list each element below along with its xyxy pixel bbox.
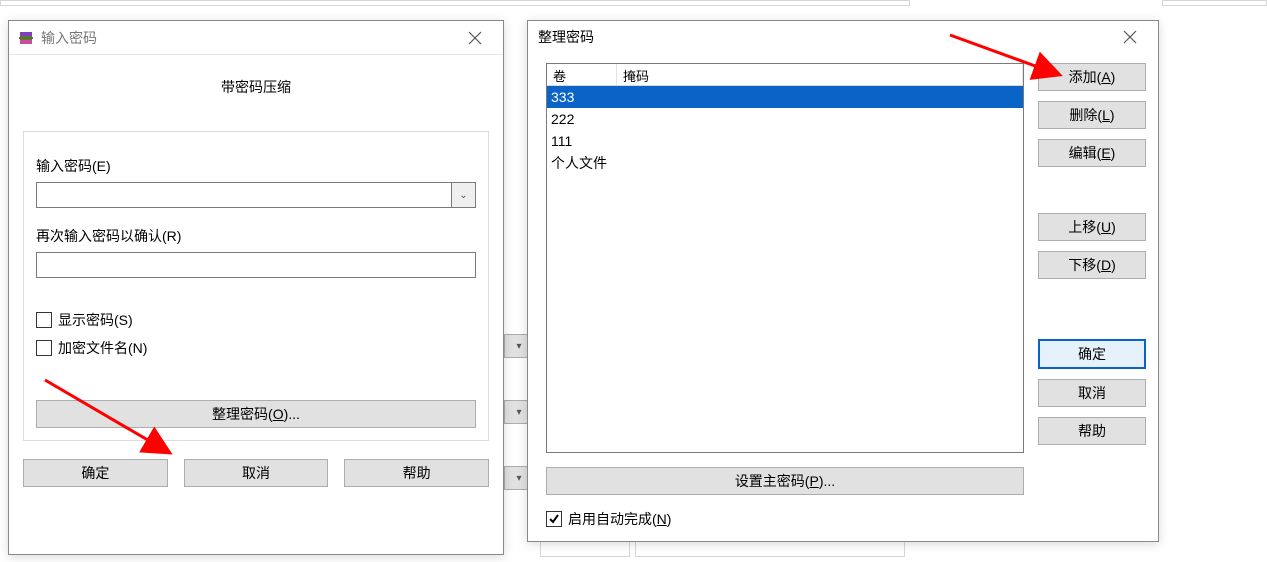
bg-window-topright (1162, 0, 1267, 6)
list-row[interactable]: 222 (547, 108, 1023, 130)
col-mask[interactable]: 掩码 (617, 64, 1023, 85)
enter-password-dialog: 输入密码 带密码压缩 输入密码(E) ⌄ 再次输入密码以确认(R) 显示密码(S… (8, 20, 504, 555)
help-button[interactable]: 帮助 (344, 459, 489, 487)
list-cell-volume: 333 (549, 89, 621, 105)
enter-password-titlebar: 输入密码 (9, 21, 503, 55)
checkbox-box-checked (546, 511, 562, 527)
list-row[interactable]: 111 (547, 130, 1023, 152)
password-combo[interactable]: ⌄ (36, 182, 476, 208)
encrypt-filenames-label: 加密文件名(N) (58, 338, 147, 358)
move-up-button[interactable]: 上移(U) (1038, 213, 1146, 241)
col-volume[interactable]: 卷 (547, 64, 617, 85)
confirm-password-input[interactable] (43, 253, 469, 277)
enter-password-label: 输入密码(E) (36, 156, 476, 176)
set-master-password-button[interactable]: 设置主密码(P)... (546, 467, 1024, 495)
delete-button[interactable]: 删除(L) (1038, 101, 1146, 129)
organize-label-prefix: 整理密码( (212, 406, 273, 422)
checkbox-box (36, 312, 52, 328)
manage-passwords-dialog: 整理密码 卷 掩码 333 222 111 个人文件 设置主密码(P)... (527, 20, 1159, 542)
password-list-panel: 卷 掩码 333 222 111 个人文件 设置主密码(P)... 启用自动完成(N) (546, 63, 1024, 529)
winrar-icon (17, 29, 35, 47)
bg-window-top (0, 0, 910, 6)
confirm-password-field[interactable] (36, 252, 476, 278)
cancel-button[interactable]: 取消 (1038, 379, 1146, 407)
edit-button[interactable]: 编辑(E) (1038, 139, 1146, 167)
ok-button[interactable]: 确定 (1038, 339, 1146, 369)
organize-passwords-button[interactable]: 整理密码(O)... (36, 400, 476, 428)
password-input[interactable] (37, 183, 451, 207)
chevron-down-icon: ▾ (516, 341, 521, 352)
chevron-down-icon: ▾ (516, 473, 521, 484)
chevron-down-icon: ▾ (516, 407, 521, 418)
confirm-password-label: 再次输入密码以确认(R) (36, 226, 476, 246)
list-row[interactable]: 333 (547, 86, 1023, 108)
list-cell-volume: 111 (549, 133, 621, 149)
manage-passwords-title: 整理密码 (538, 27, 594, 47)
organize-label-suffix: )... (284, 406, 300, 422)
list-cell-volume: 222 (549, 111, 621, 127)
help-button[interactable]: 帮助 (1038, 417, 1146, 445)
chevron-down-icon: ⌄ (459, 190, 467, 201)
section-title: 带密码压缩 (23, 77, 489, 97)
enable-autocomplete-checkbox[interactable]: 启用自动完成(N) (546, 509, 1024, 529)
password-dropdown-button[interactable]: ⌄ (451, 183, 475, 207)
move-down-button[interactable]: 下移(D) (1038, 251, 1146, 279)
list-row[interactable]: 个人文件 (547, 152, 1023, 174)
list-header: 卷 掩码 (547, 64, 1023, 86)
organize-label-key: O (273, 406, 284, 422)
close-button[interactable] (1110, 21, 1150, 53)
enter-password-title: 输入密码 (41, 28, 97, 48)
list-cell-volume: 个人文件 (549, 153, 621, 173)
manage-passwords-titlebar: 整理密码 (528, 21, 1158, 53)
show-password-checkbox[interactable]: 显示密码(S) (36, 310, 476, 330)
password-list[interactable]: 卷 掩码 333 222 111 个人文件 (546, 63, 1024, 453)
checkbox-box (36, 340, 52, 356)
password-group: 输入密码(E) ⌄ 再次输入密码以确认(R) 显示密码(S) 加密文件名(N) (23, 131, 489, 441)
encrypt-filenames-checkbox[interactable]: 加密文件名(N) (36, 338, 476, 358)
action-button-column: 添加(A) 删除(L) 编辑(E) 上移(U) 下移(D) 确定 取消 帮助 (1038, 63, 1146, 529)
cancel-button[interactable]: 取消 (184, 459, 329, 487)
ok-button[interactable]: 确定 (23, 459, 168, 487)
add-button[interactable]: 添加(A) (1038, 63, 1146, 91)
dialog-button-row: 确定 取消 帮助 (23, 459, 489, 487)
close-button[interactable] (455, 21, 495, 54)
list-body[interactable]: 333 222 111 个人文件 (547, 86, 1023, 452)
show-password-label: 显示密码(S) (58, 310, 133, 330)
